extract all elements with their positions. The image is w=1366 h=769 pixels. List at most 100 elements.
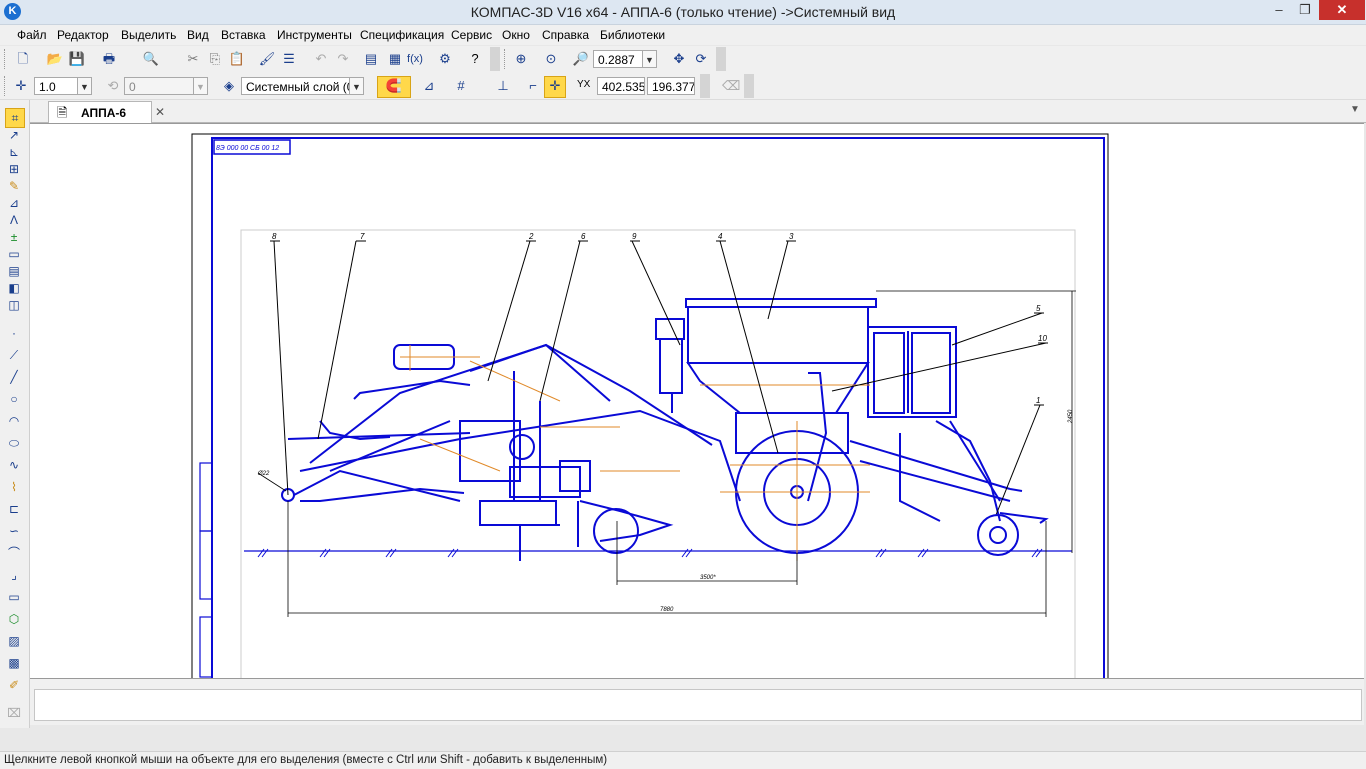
chamfer-icon[interactable]: ⌟: [5, 566, 23, 584]
measure-icon[interactable]: ⊿: [5, 194, 23, 212]
orthogonal-icon[interactable]: ⊿: [420, 77, 438, 95]
dimensions-icon[interactable]: ↗: [5, 126, 23, 144]
drawing-stamp: 8Э 000 00 СБ 00 12: [216, 145, 279, 152]
local-cs-icon[interactable]: ⊥: [494, 77, 512, 95]
menu-libraries[interactable]: Библиотеки: [600, 28, 665, 42]
fragment-icon[interactable]: ◧: [5, 279, 23, 297]
menu-help[interactable]: Справка: [542, 28, 589, 42]
help-icon[interactable]: ?: [466, 50, 484, 68]
copy-icon[interactable]: ⎘: [206, 50, 224, 68]
refresh-icon[interactable]: ⟳: [692, 50, 710, 68]
layer-icon[interactable]: ◈: [220, 77, 238, 95]
fillet-icon[interactable]: ⌒: [5, 544, 23, 562]
print-icon[interactable]: 🖶: [100, 50, 118, 68]
cut-icon[interactable]: ✂: [184, 50, 202, 68]
tabs-menu-icon[interactable]: ▼: [1350, 104, 1360, 115]
variables-icon[interactable]: ▦: [386, 50, 404, 68]
menu-file[interactable]: Файл: [17, 28, 47, 42]
edit-icon[interactable]: ⊞: [5, 160, 23, 178]
layer-field[interactable]: Системный слой (0): [241, 77, 350, 95]
brush-icon[interactable]: ✐: [5, 676, 23, 694]
save-icon[interactable]: 💾: [68, 50, 86, 68]
cursor-step-icon[interactable]: ✛: [12, 77, 30, 95]
toolbar-grip[interactable]: [504, 49, 508, 69]
toolbar-grip[interactable]: [4, 76, 8, 96]
spec-icon[interactable]: ±: [5, 228, 23, 246]
function-icon[interactable]: f(x): [406, 50, 424, 68]
select-icon[interactable]: Λ: [5, 211, 23, 229]
zoom-dropdown-icon[interactable]: ▼: [643, 50, 657, 68]
bezier-icon[interactable]: ∽: [5, 522, 23, 540]
tab-close-icon[interactable]: ✕: [155, 105, 165, 119]
designations-icon[interactable]: ⊾: [5, 143, 23, 161]
coord-x-field[interactable]: 402.5358: [597, 77, 645, 95]
tree-icon[interactable]: ▤: [362, 50, 380, 68]
toolbar-grip[interactable]: [4, 49, 8, 69]
ellipse-icon[interactable]: ⬭: [5, 434, 23, 452]
tab-appa-6[interactable]: 🗎 АППА-6 ✕: [48, 101, 165, 123]
menu-window[interactable]: Окно: [502, 28, 530, 42]
arc-icon[interactable]: ◠: [5, 412, 23, 430]
apply-icon[interactable]: ⌫: [722, 77, 740, 95]
circle-icon[interactable]: ○: [5, 390, 23, 408]
minimize-button[interactable]: –: [1266, 0, 1292, 20]
preview-icon[interactable]: 🔍: [142, 50, 160, 68]
coord-y-field[interactable]: 196.377: [647, 77, 695, 95]
segment-icon[interactable]: ╱: [5, 368, 23, 386]
point-icon[interactable]: ·: [5, 324, 23, 342]
maximize-button[interactable]: ❐: [1292, 0, 1318, 20]
polyline-icon[interactable]: ⌇: [5, 478, 23, 496]
cursor-coords-icon[interactable]: ✛: [544, 76, 566, 98]
menu-view[interactable]: Вид: [187, 28, 209, 42]
angle-dropdown-icon[interactable]: ▼: [194, 77, 208, 95]
properties-icon[interactable]: ☰: [280, 50, 298, 68]
zoom-fit-icon[interactable]: ⊙: [542, 50, 560, 68]
view-icon[interactable]: ◫: [5, 296, 23, 314]
undo-icon[interactable]: ↶: [312, 50, 330, 68]
manager-icon[interactable]: ⚙: [436, 50, 454, 68]
ortho-mode-icon[interactable]: ⌐: [524, 77, 542, 95]
polygon-icon[interactable]: ⬡: [5, 610, 23, 628]
menu-select[interactable]: Выделить: [121, 28, 176, 42]
contour-icon[interactable]: ⊏: [5, 500, 23, 518]
properties-panel[interactable]: [34, 689, 1362, 721]
drawing-canvas[interactable]: 8Э 000 00 СБ 00 12 8 7 2 6 9 4 3 5 10 1 …: [30, 123, 1364, 679]
rectangle-icon[interactable]: ▭: [5, 588, 23, 606]
callout-6: 6: [581, 232, 586, 241]
close-button[interactable]: ✕: [1319, 0, 1365, 20]
callout-10: 10: [1038, 334, 1047, 343]
reports-icon[interactable]: ▭: [5, 245, 23, 263]
format-painter-icon[interactable]: 🖌: [258, 50, 276, 68]
angle-icon[interactable]: ⟲: [104, 77, 122, 95]
aux-line-icon[interactable]: ⟋: [5, 346, 23, 364]
stop-icon[interactable]: ⌧: [5, 704, 23, 722]
step-field[interactable]: 1.0: [34, 77, 78, 95]
fill-icon[interactable]: ▩: [5, 654, 23, 672]
callout-3: 3: [789, 232, 794, 241]
zoom-icon[interactable]: 🔎: [572, 50, 590, 68]
menu-tools[interactable]: Инструменты: [277, 28, 352, 42]
grid-icon[interactable]: #: [452, 77, 470, 95]
zoom-window-icon[interactable]: ⊕: [512, 50, 530, 68]
parametrization-icon[interactable]: ✎: [5, 177, 23, 195]
zoom-field[interactable]: 0.2887: [593, 50, 643, 68]
menu-insert[interactable]: Вставка: [221, 28, 266, 42]
pan-icon[interactable]: ✥: [670, 50, 688, 68]
snap-magnet-icon[interactable]: 🧲: [377, 76, 411, 98]
spline-icon[interactable]: ∿: [5, 456, 23, 474]
menu-service[interactable]: Сервис: [451, 28, 492, 42]
open-folder-icon[interactable]: 📂: [46, 50, 64, 68]
menu-editor[interactable]: Редактор: [57, 28, 109, 42]
menu-specification[interactable]: Спецификация: [360, 28, 444, 42]
paste-icon[interactable]: 📋: [228, 50, 246, 68]
layer-dropdown-icon[interactable]: ▼: [350, 77, 364, 95]
insert-icon[interactable]: ▤: [5, 262, 23, 280]
angle-field[interactable]: 0: [124, 77, 194, 95]
step-dropdown-icon[interactable]: ▼: [78, 77, 92, 95]
hatch-icon[interactable]: ▨: [5, 632, 23, 650]
callout-2: 2: [528, 232, 534, 241]
callout-5: 5: [1036, 304, 1041, 313]
new-document-icon[interactable]: 🗋: [14, 50, 32, 68]
redo-icon[interactable]: ↷: [334, 50, 352, 68]
geometry-icon[interactable]: ⌗: [5, 108, 25, 128]
